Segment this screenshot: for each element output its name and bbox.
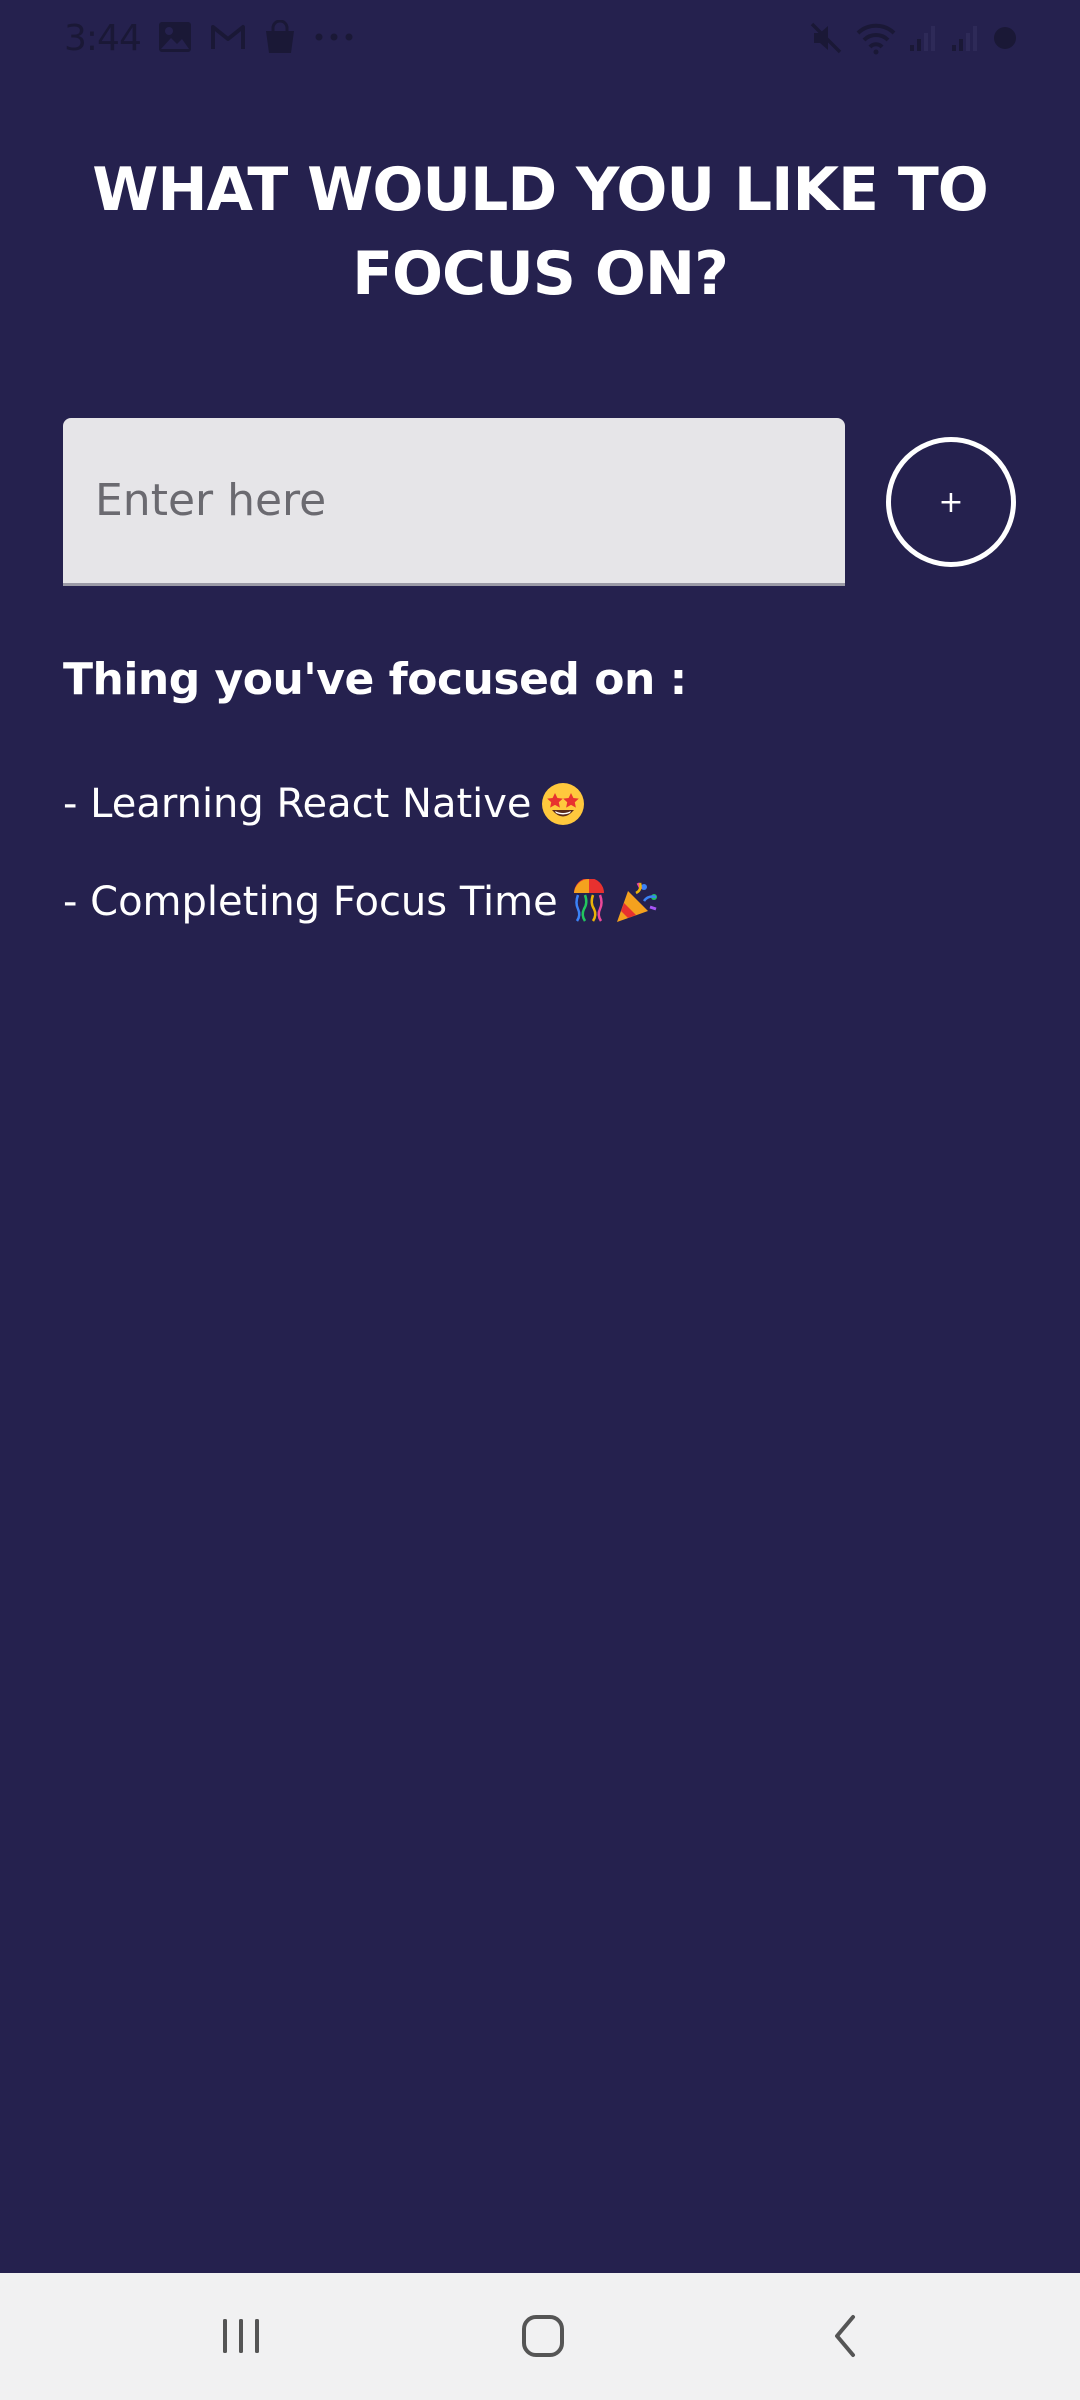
wifi-icon — [856, 23, 896, 55]
gmail-icon — [211, 25, 245, 49]
add-focus-button[interactable]: + — [886, 437, 1016, 567]
history-item-emojis — [540, 781, 586, 827]
system-nav-bar — [0, 2273, 1080, 2400]
status-bar: 3:44 — [0, 0, 1080, 80]
signal-icon — [952, 26, 977, 51]
history-item-text: - Completing Focus Time — [63, 879, 558, 925]
back-button[interactable] — [795, 2291, 895, 2381]
history-item-emojis — [566, 879, 660, 925]
home-icon — [522, 2315, 564, 2357]
history-item-text: - Learning React Native — [63, 781, 532, 827]
focus-input[interactable] — [63, 418, 845, 583]
status-left-icons — [158, 20, 354, 54]
history-heading: Thing you've focused on : — [63, 654, 687, 705]
history-list: - Learning React Native - Completing Foc… — [63, 755, 660, 951]
history-item: - Completing Focus Time — [63, 853, 660, 951]
confetti-ball-icon — [573, 879, 604, 922]
recent-apps-button[interactable] — [191, 2291, 291, 2381]
focus-input-container — [63, 418, 845, 586]
home-button[interactable] — [493, 2291, 593, 2381]
signal-icon — [910, 26, 935, 51]
battery-icon — [994, 27, 1016, 49]
star-struck-icon — [541, 783, 584, 825]
party-popper-icon — [616, 882, 657, 922]
history-item: - Learning React Native — [63, 755, 660, 853]
page-title: WHAT WOULD YOU LIKE TO FOCUS ON? — [92, 155, 989, 309]
mute-icon — [810, 22, 842, 54]
image-icon — [159, 22, 191, 52]
back-icon — [835, 2315, 855, 2357]
shopping-bag-icon — [266, 20, 294, 53]
recent-apps-icon — [223, 2319, 259, 2353]
more-dots-icon — [315, 33, 353, 41]
status-right-icons — [808, 20, 1018, 56]
status-time: 3:44 — [64, 18, 142, 59]
